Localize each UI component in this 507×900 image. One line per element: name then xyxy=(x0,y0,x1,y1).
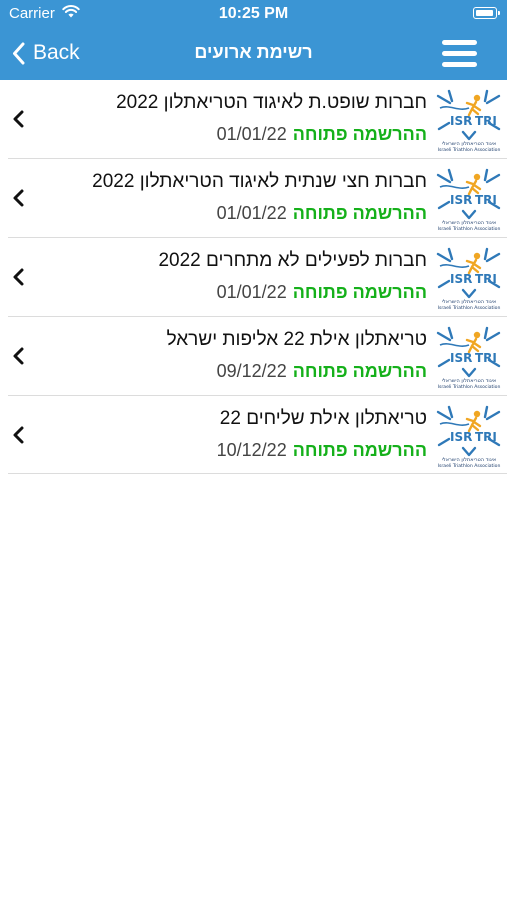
svg-text:ISR: ISR xyxy=(450,193,472,207)
event-date: 01/01/22 xyxy=(216,282,287,302)
isrtri-logo: ISR TRI איגוד הטריאתלון הישראלי Israeli Tri… xyxy=(436,87,502,153)
event-subtitle: ההרשמה פתוחה01/01/22 xyxy=(217,203,427,224)
event-row[interactable]: ISR TRI איגוד הטריאתלון הישראלי Israeli Tri… xyxy=(8,159,507,238)
svg-text:Israeli Triathlon Association: Israeli Triathlon Association xyxy=(438,226,501,232)
chevron-left-icon[interactable] xyxy=(12,109,26,129)
registration-status: ההרשמה פתוחה xyxy=(292,361,427,381)
registration-status: ההרשמה פתוחה xyxy=(292,440,427,460)
svg-text:איגוד הטריאתלון הישראלי: איגוד הטריאתלון הישראלי xyxy=(442,457,497,463)
registration-status: ההרשמה פתוחה xyxy=(292,203,427,223)
svg-text:ISR: ISR xyxy=(450,114,472,128)
chevron-left-icon[interactable] xyxy=(12,346,26,366)
svg-text:איגוד הטריאתלון הישראלי: איגוד הטריאתלון הישראלי xyxy=(442,220,497,226)
registration-status: ההרשמה פתוחה xyxy=(292,282,427,302)
svg-text:איגוד הטריאתלון הישראלי: איגוד הטריאתלון הישראלי xyxy=(442,141,497,147)
events-list: ISR TRI איגוד הטריאתלון הישראלי Israeli Tri… xyxy=(0,80,507,474)
svg-text:Israeli Triathlon Association: Israeli Triathlon Association xyxy=(438,463,501,469)
top-bar: Carrier 10:25 PM Back רשימת ארועים xyxy=(0,0,507,80)
svg-text:איגוד הטריאתלון הישראלי: איגוד הטריאתלון הישראלי xyxy=(442,299,497,305)
event-subtitle: ההרשמה פתוחה10/12/22 xyxy=(217,440,427,461)
event-date: 01/01/22 xyxy=(216,203,287,223)
event-date: 10/12/22 xyxy=(216,440,287,460)
svg-text:איגוד הטריאתלון הישראלי: איגוד הטריאתלון הישראלי xyxy=(442,378,497,384)
navigation-bar: Back רשימת ארועים xyxy=(0,28,507,80)
event-title: חברות חצי שנתית לאיגוד הטריאתלון 2022 xyxy=(92,171,427,192)
svg-text:ISR: ISR xyxy=(450,351,472,365)
event-title: חברות שופט.ת לאיגוד הטריאתלון 2022 xyxy=(116,92,427,113)
svg-text:ISR: ISR xyxy=(450,272,472,286)
event-title: טריאתלון אילת 22 אליפות ישראל xyxy=(166,329,427,350)
chevron-left-icon[interactable] xyxy=(12,267,26,287)
event-row[interactable]: ISR TRI איגוד הטריאתלון הישראלי Israeli Tri… xyxy=(8,317,507,396)
event-title: חברות לפעילים לא מתחרים 2022 xyxy=(158,250,427,271)
hamburger-menu-icon[interactable] xyxy=(442,39,477,68)
event-date: 01/01/22 xyxy=(216,124,287,144)
event-subtitle: ההרשמה פתוחה01/01/22 xyxy=(217,282,427,303)
event-title: טריאתלון אילת שליחים 22 xyxy=(219,408,427,429)
event-row[interactable]: ISR TRI איגוד הטריאתלון הישראלי Israeli Tri… xyxy=(8,80,507,159)
chevron-left-icon[interactable] xyxy=(12,188,26,208)
isrtri-logo: ISR TRI איגוד הטריאתלון הישראלי Israeli Tri… xyxy=(436,166,502,232)
isrtri-logo: ISR TRI איגוד הטריאתלון הישראלי Israeli Tri… xyxy=(436,245,502,311)
page-title: רשימת ארועים xyxy=(194,42,313,62)
isrtri-logo: ISR TRI איגוד הטריאתלון הישראלי Israeli Tri… xyxy=(436,403,502,469)
event-row[interactable]: ISR TRI איגוד הטריאתלון הישראלי Israeli Tri… xyxy=(8,238,507,317)
chevron-left-icon[interactable] xyxy=(12,425,26,445)
event-subtitle: ההרשמה פתוחה09/12/22 xyxy=(217,361,427,382)
battery-icon xyxy=(473,7,500,19)
event-row[interactable]: ISR TRI איגוד הטריאתלון הישראלי Israeli Tri… xyxy=(8,396,507,474)
event-date: 09/12/22 xyxy=(216,361,287,381)
clock: 10:25 PM xyxy=(218,5,289,22)
svg-text:Israeli Triathlon Association: Israeli Triathlon Association xyxy=(438,147,501,153)
svg-text:Israeli Triathlon Association: Israeli Triathlon Association xyxy=(438,305,501,311)
status-bar: Carrier 10:25 PM xyxy=(0,0,507,28)
isrtri-logo: ISR TRI איגוד הטריאתלון הישראלי Israeli Tri… xyxy=(436,324,502,390)
svg-text:ISR: ISR xyxy=(450,430,472,444)
registration-status: ההרשמה פתוחה xyxy=(292,124,427,144)
svg-text:Israeli Triathlon Association: Israeli Triathlon Association xyxy=(438,384,501,390)
event-subtitle: ההרשמה פתוחה01/01/22 xyxy=(217,124,427,145)
